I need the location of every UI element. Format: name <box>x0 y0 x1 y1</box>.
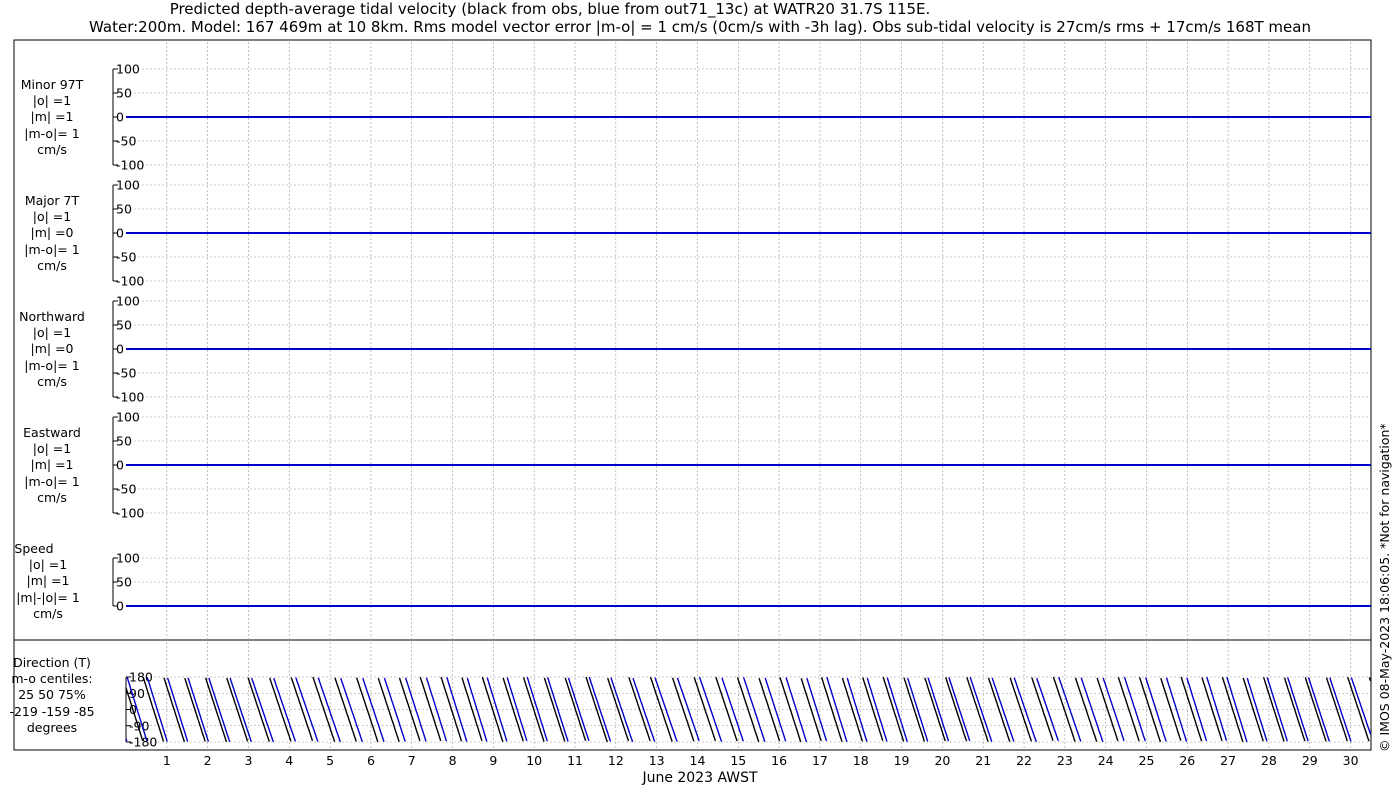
x-tick-label: 19 <box>894 753 910 768</box>
x-tick-label: 14 <box>690 753 706 768</box>
y-tick-label: 100 <box>116 294 140 309</box>
figure-frame <box>13 39 1372 641</box>
x-tick-label: 16 <box>771 753 787 768</box>
y-tick-label: -50 <box>116 134 136 149</box>
y-tick-label: 50 <box>116 318 132 333</box>
x-tick-label: 3 <box>244 753 252 768</box>
y-tick-label: -50 <box>116 482 136 497</box>
y-tick-label: -100 <box>116 274 144 289</box>
x-tick-label: 12 <box>608 753 624 768</box>
y-tick-label: 0 <box>116 599 124 614</box>
x-tick-label: 28 <box>1261 753 1277 768</box>
y-tick-label: -100 <box>116 506 144 521</box>
y-tick-label: -180 <box>129 735 157 750</box>
x-tick-label: 24 <box>1098 753 1114 768</box>
y-tick-label: 50 <box>116 434 132 449</box>
direction-panel-frame <box>13 639 1372 751</box>
x-tick-label: 26 <box>1179 753 1195 768</box>
copyright-notice: © IMOS 08-May-2023 18:06:05. *Not for na… <box>1377 423 1392 752</box>
x-tick-label: 15 <box>730 753 746 768</box>
x-tick-label: 25 <box>1139 753 1155 768</box>
x-tick-label: 21 <box>975 753 991 768</box>
x-tick-label: 10 <box>526 753 542 768</box>
x-tick-label: 8 <box>449 753 457 768</box>
x-tick-label: 29 <box>1302 753 1318 768</box>
y-tick-label: -50 <box>116 366 136 381</box>
x-tick-label: 20 <box>934 753 950 768</box>
x-tick-label: 13 <box>649 753 665 768</box>
y-tick-label: 50 <box>116 575 132 590</box>
x-tick-label: 27 <box>1220 753 1236 768</box>
x-tick-label: 6 <box>367 753 375 768</box>
x-tick-label: 11 <box>567 753 583 768</box>
y-tick-label: 50 <box>116 202 132 217</box>
y-tick-label: 100 <box>116 551 140 566</box>
x-tick-label: 30 <box>1343 753 1359 768</box>
y-tick-label: 0 <box>116 458 124 473</box>
x-tick-label: 23 <box>1057 753 1073 768</box>
x-tick-label: 22 <box>1016 753 1032 768</box>
x-tick-label: 1 <box>163 753 171 768</box>
y-tick-label: 0 <box>116 342 124 357</box>
x-tick-label: 17 <box>812 753 828 768</box>
x-tick-label: 9 <box>489 753 497 768</box>
y-tick-label: -100 <box>116 390 144 405</box>
y-tick-label: 0 <box>116 226 124 241</box>
y-tick-label: -50 <box>116 250 136 265</box>
x-tick-label: 7 <box>408 753 416 768</box>
x-tick-label: 2 <box>204 753 212 768</box>
x-axis-label: June 2023 AWST <box>642 770 758 786</box>
y-tick-label: 100 <box>116 62 140 77</box>
x-tick-label: 18 <box>853 753 869 768</box>
y-tick-label: 100 <box>116 178 140 193</box>
tidal-velocity-chart: 100500-50-100100500-50-100100500-50-1001… <box>13 39 1372 768</box>
y-tick-label: -100 <box>116 158 144 173</box>
y-tick-label: 0 <box>116 110 124 125</box>
y-tick-label: 50 <box>116 86 132 101</box>
x-tick-label: 4 <box>285 753 293 768</box>
y-tick-label: 100 <box>116 410 140 425</box>
x-tick-label: 5 <box>326 753 334 768</box>
